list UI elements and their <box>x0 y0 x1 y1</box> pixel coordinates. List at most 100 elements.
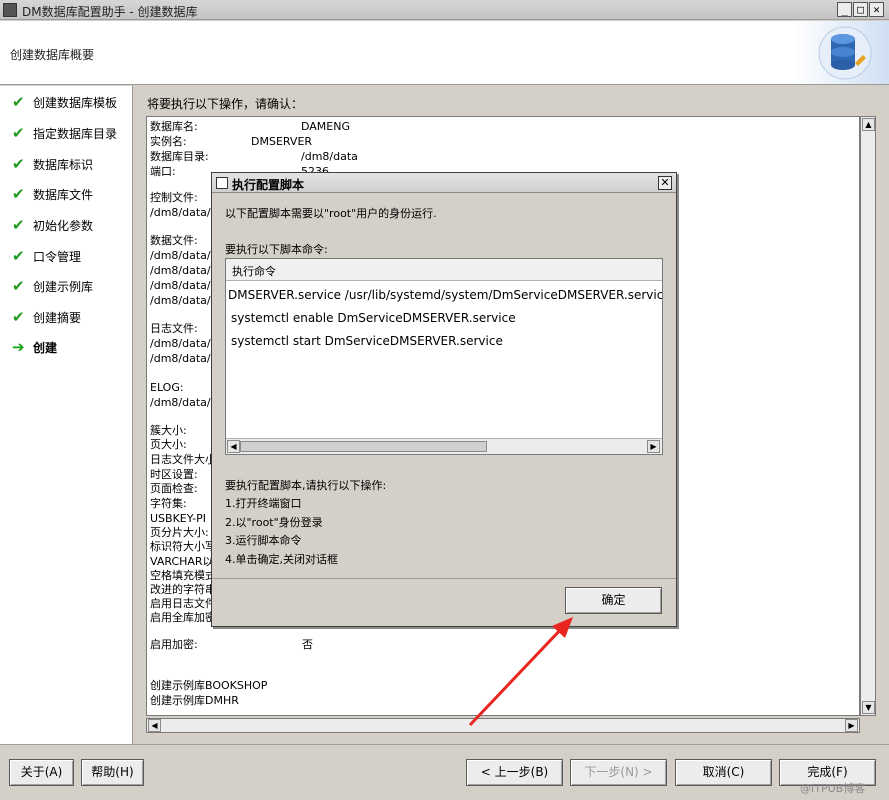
check-icon: ✔ <box>12 247 25 265</box>
prev-button[interactable]: < 上一步(B) <box>466 759 563 786</box>
instructions-title: 要执行配置脚本,请执行以下操作: <box>225 479 387 492</box>
scroll-thumb[interactable] <box>240 441 487 452</box>
summary-label: 空格填充模式 <box>150 569 216 582</box>
dialog-intro: 以下配置脚本需要以"root"用户的身份运行. <box>225 207 437 220</box>
summary-label: 页面检查: <box>150 482 198 495</box>
scroll-down-icon[interactable]: ▼ <box>862 701 875 714</box>
run-script-dialog: 执行配置脚本 ✕ 以下配置脚本需要以"root"用户的身份运行. 要执行以下脚本… <box>211 172 677 627</box>
maximize-button[interactable]: □ <box>853 2 868 17</box>
summary-label: 页大小: <box>150 438 187 451</box>
summary-label: 改进的字符串 <box>150 583 216 596</box>
ok-button[interactable]: 确定 <box>565 587 662 614</box>
scroll-up-icon[interactable]: ▲ <box>862 118 875 131</box>
page-title: 创建数据库概要 <box>10 48 95 62</box>
summary-label: 启用加密: <box>150 638 198 651</box>
summary-value: DAMENG <box>301 120 350 133</box>
help-button[interactable]: 帮助(H) <box>81 759 144 786</box>
about-button[interactable]: 关于(A) <box>9 759 74 786</box>
watermark: @ITPUB博客 <box>800 782 866 795</box>
summary-value: DMSERVER <box>251 135 313 148</box>
steps-sidebar: ✔ 创建数据库模板 ✔ 指定数据库目录 ✔ 数据库标识 ✔ 数据库文件 ✔ 初始化参数 ✔… <box>0 86 133 744</box>
summary-label: /dm8/data/ <box>150 264 211 277</box>
summary-vertical-scrollbar[interactable]: ▲ ▼ <box>860 116 876 716</box>
summary-label: 数据文件: <box>150 234 198 247</box>
summary-label: 日志文件: <box>150 322 198 335</box>
command-row[interactable]: DMSERVER.service /usr/lib/systemd/system… <box>228 288 662 302</box>
summary-value: /dm8/data <box>301 150 358 163</box>
summary-label: 数据库名: <box>150 120 198 133</box>
summary-label: /dm8/data/ <box>150 249 211 262</box>
confirm-label: 将要执行以下操作，请确认： <box>147 97 304 111</box>
scroll-right-icon[interactable]: ▶ <box>845 719 858 732</box>
summary-label: 端口: <box>150 165 176 178</box>
page-header: 创建数据库概要 <box>0 21 889 85</box>
dialog-close-icon[interactable]: ✕ <box>658 176 672 190</box>
scroll-left-icon[interactable]: ◀ <box>148 719 161 732</box>
column-header-label: 执行命令 <box>232 265 276 278</box>
summary-label: 标识符大小写 <box>150 540 216 553</box>
summary-label: /dm8/data/ <box>150 206 211 219</box>
summary-label: /dm8/data/ <box>150 337 211 350</box>
summary-label: 数据库目录: <box>150 150 209 163</box>
step-item: ✔ 口令管理 <box>12 247 82 265</box>
scroll-left-icon[interactable]: ◀ <box>227 440 240 453</box>
step-item: ✔ 数据库标识 <box>12 155 94 173</box>
dialog-separator <box>212 578 676 579</box>
summary-label: 创建示例库BOOKSHOP <box>150 679 268 692</box>
check-icon: ✔ <box>12 124 25 142</box>
dialog-title-bar: 执行配置脚本 ✕ <box>212 173 676 193</box>
instruction-item: 1.打开终端窗口 <box>225 497 302 510</box>
summary-label: 时区设置: <box>150 468 198 481</box>
step-item: ✔ 指定数据库目录 <box>12 124 118 142</box>
summary-value: 否 <box>302 638 313 651</box>
summary-label: 簇大小: <box>150 424 187 437</box>
next-button[interactable]: 下一步(N) > <box>570 759 667 786</box>
step-item: ✔ 初始化参数 <box>12 216 94 234</box>
summary-label: 实例名: <box>150 135 187 148</box>
arrow-right-icon: ➔ <box>12 338 25 356</box>
close-window-button[interactable]: ✕ <box>869 2 884 17</box>
check-icon: ✔ <box>12 155 25 173</box>
step-item: ✔ 数据库文件 <box>12 185 94 203</box>
check-icon: ✔ <box>12 308 25 326</box>
instruction-item: 3.运行脚本命令 <box>225 534 302 547</box>
window-title: DM数据库配置助手 - 创建数据库 <box>22 5 198 19</box>
instruction-item: 4.单击确定,关闭对话框 <box>225 553 338 566</box>
dialog-app-icon <box>216 177 228 189</box>
check-icon: ✔ <box>12 277 25 295</box>
summary-label: 日志文件大小 <box>150 453 216 466</box>
summary-label: 启用全库加密 <box>150 611 216 624</box>
step-item: ✔ 创建示例库 <box>12 277 94 295</box>
minimize-button[interactable]: _ <box>837 2 852 17</box>
commands-table[interactable]: 执行命令 DMSERVER.service /usr/lib/systemd/s… <box>225 258 663 455</box>
summary-horizontal-scrollbar[interactable]: ◀ ▶ <box>146 718 860 733</box>
summary-label: /dm8/data/ <box>150 352 211 365</box>
summary-label: 字符集: <box>150 497 187 510</box>
commands-label: 要执行以下脚本命令: <box>225 243 328 256</box>
cancel-button[interactable]: 取消(C) <box>675 759 772 786</box>
summary-label: ELOG: <box>150 381 184 394</box>
summary-label: VARCHAR以 <box>150 555 214 568</box>
check-icon: ✔ <box>12 93 25 111</box>
command-row[interactable]: systemctl start DmServiceDMSERVER.servic… <box>231 334 503 348</box>
summary-label: /dm8/data/ <box>150 294 211 307</box>
summary-label: USBKEY-PI <box>150 512 207 525</box>
summary-label: 创建示例库DMHR <box>150 694 239 707</box>
summary-label: 启用日志文件 <box>150 597 216 610</box>
step-item-current: ➔ 创建 <box>12 338 58 356</box>
instruction-item: 2.以"root"身份登录 <box>225 516 323 529</box>
window-title-bar: DM数据库配置助手 - 创建数据库 _ □ ✕ <box>0 0 889 20</box>
summary-label: /dm8/data/ <box>150 279 211 292</box>
dialog-title: 执行配置脚本 <box>232 178 305 192</box>
summary-label: /dm8/data/ <box>150 396 211 409</box>
step-item: ✔ 创建数据库模板 <box>12 93 118 111</box>
commands-horizontal-scrollbar[interactable]: ◀ ▶ <box>226 438 662 454</box>
check-icon: ✔ <box>12 216 25 234</box>
summary-label: 控制文件: <box>150 191 198 204</box>
step-item: ✔ 创建摘要 <box>12 308 82 326</box>
scroll-right-icon[interactable]: ▶ <box>647 440 660 453</box>
command-row[interactable]: systemctl enable DmServiceDMSERVER.servi… <box>231 311 516 325</box>
summary-label: 页分片大小: <box>150 526 209 539</box>
app-icon <box>3 3 17 17</box>
check-icon: ✔ <box>12 185 25 203</box>
